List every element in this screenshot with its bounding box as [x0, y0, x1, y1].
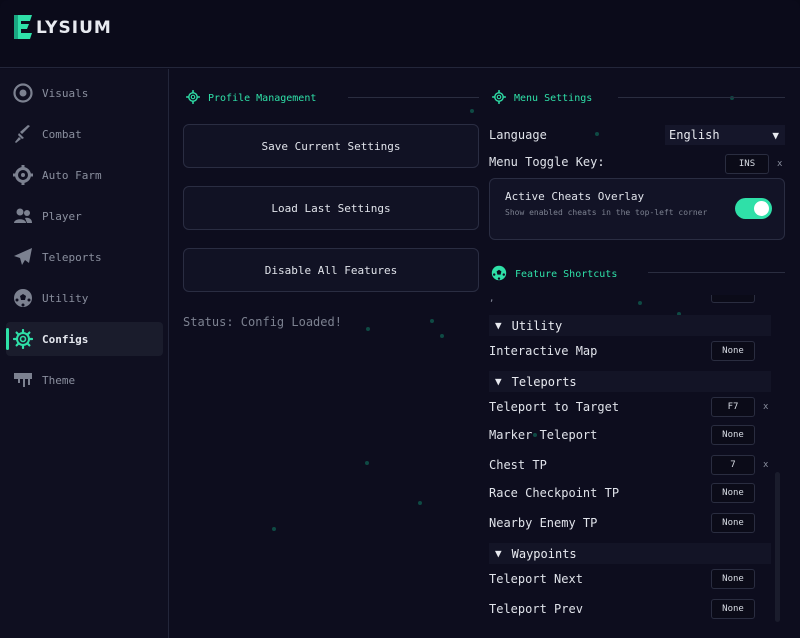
- sidebar-item-label: Configs: [42, 332, 89, 346]
- shortcut-label: Teleport Prev: [489, 602, 583, 616]
- group-header-waypoints[interactable]: ▼ Waypoints: [489, 543, 771, 564]
- particle: [430, 319, 434, 323]
- load-settings-button[interactable]: Load Last Settings: [183, 186, 479, 230]
- collapse-triangle-icon: ▼: [495, 547, 502, 560]
- group-name: Waypoints: [511, 546, 577, 561]
- gear-icon: [185, 89, 201, 107]
- shortcut-label: Race Checkpoint TP: [489, 486, 620, 500]
- clear-key-button[interactable]: x: [763, 460, 768, 470]
- divider: [618, 97, 785, 98]
- toggle-key-button[interactable]: INS: [725, 154, 769, 174]
- clear-key-button[interactable]: x: [777, 159, 782, 169]
- particle: [440, 334, 444, 338]
- disable-all-button[interactable]: Disable All Features: [183, 248, 479, 292]
- gear-icon: [491, 89, 507, 107]
- sidebar-item-auto-farm[interactable]: Auto Farm: [6, 158, 163, 192]
- profile-management-title: Profile Management: [185, 89, 317, 107]
- soccer-ball-icon: [491, 265, 507, 284]
- particle: [272, 527, 276, 531]
- sidebar-item-label: Utility: [42, 291, 89, 305]
- shortcut-label: Teleport to Target: [489, 400, 620, 414]
- save-settings-button[interactable]: Save Current Settings: [183, 124, 479, 168]
- shortcut-key-button[interactable]: None: [711, 513, 755, 533]
- app-window: LYSIUM Visuals Combat Auto Farm Player T…: [0, 0, 800, 638]
- group-name: Utility: [511, 318, 563, 333]
- shortcut-key-button[interactable]: 7: [711, 455, 755, 475]
- language-label: Language: [489, 128, 547, 142]
- shortcut-key-button[interactable]: None: [711, 425, 755, 445]
- logo: LYSIUM: [12, 14, 112, 40]
- overlay-title: Active Cheats Overlay: [505, 190, 645, 203]
- sidebar-item-combat[interactable]: Combat: [6, 117, 163, 151]
- shortcut-label: Interactive Map: [489, 344, 598, 358]
- sword-icon: [13, 124, 33, 144]
- particle: [365, 461, 369, 465]
- group-name: Teleports: [511, 374, 577, 389]
- header: LYSIUM: [0, 0, 800, 68]
- menu-settings-title: Menu Settings: [491, 89, 593, 107]
- particle: [595, 132, 599, 136]
- settings-icon: [13, 329, 33, 349]
- logo-mark: [12, 14, 34, 40]
- shortcut-key-button[interactable]: None: [711, 341, 755, 361]
- paint-drip-icon: [13, 370, 33, 390]
- paper-plane-icon: [13, 247, 33, 267]
- particle: [470, 109, 474, 113]
- soccer-ball-icon: [13, 288, 33, 308]
- sidebar-item-theme[interactable]: Theme: [6, 363, 163, 397]
- shortcut-label: Teleport Next: [489, 572, 583, 586]
- clear-key-button[interactable]: x: [763, 402, 768, 412]
- feature-shortcuts-title: Feature Shortcuts: [491, 265, 617, 284]
- shortcut-label: Nearby Enemy TP: [489, 516, 598, 530]
- section-title-text: Feature Shortcuts: [515, 269, 618, 280]
- collapse-triangle-icon: ▼: [495, 319, 502, 332]
- divider: [648, 272, 785, 273]
- dropdown-arrow-icon: ▼: [772, 128, 779, 142]
- sidebar-item-teleports[interactable]: Teleports: [6, 240, 163, 274]
- sidebar-item-player[interactable]: Player: [6, 199, 163, 233]
- sidebar-item-label: Theme: [42, 373, 76, 387]
- sidebar-item-visuals[interactable]: Visuals: [6, 76, 163, 110]
- partial-key-button: [711, 295, 755, 303]
- users-icon: [13, 206, 33, 226]
- overlay-toggle[interactable]: [735, 198, 772, 219]
- toggle-knob: [754, 201, 769, 216]
- sidebar-item-label: Combat: [42, 127, 82, 141]
- status-text: Status: Config Loaded!: [183, 315, 342, 329]
- section-title-text: Profile Management: [208, 93, 317, 104]
- group-header-utility[interactable]: ▼ Utility: [489, 315, 771, 336]
- language-value: English: [669, 128, 720, 142]
- shortcut-key-button[interactable]: None: [711, 569, 755, 589]
- group-header-teleports[interactable]: ▼ Teleports: [489, 371, 771, 392]
- sidebar-item-utility[interactable]: Utility: [6, 281, 163, 315]
- divider: [348, 97, 479, 98]
- overlay-setting-card: Active Cheats Overlay Show enabled cheat…: [489, 178, 785, 240]
- shortcuts-scrollbar[interactable]: [775, 472, 780, 622]
- sidebar-item-label: Visuals: [42, 86, 89, 100]
- toggle-key-label: Menu Toggle Key:: [489, 155, 605, 169]
- shortcut-label: Marker Teleport: [489, 428, 598, 442]
- particle: [418, 501, 422, 505]
- logo-text: LYSIUM: [36, 18, 112, 38]
- language-select[interactable]: English ▼: [665, 125, 785, 145]
- main-content: Profile Management Save Current Settings…: [170, 69, 800, 638]
- shortcut-key-button[interactable]: None: [711, 483, 755, 503]
- overlay-description: Show enabled cheats in the top-left corn…: [505, 208, 708, 217]
- shortcut-key-button[interactable]: F7: [711, 397, 755, 417]
- sidebar-item-label: Teleports: [42, 250, 102, 264]
- sidebar-item-label: Player: [42, 209, 82, 223]
- section-title-text: Menu Settings: [514, 93, 593, 104]
- particle: [638, 301, 642, 305]
- shortcut-key-button[interactable]: None: [711, 599, 755, 619]
- sidebar-item-label: Auto Farm: [42, 168, 102, 182]
- partial-row-label: ,: [489, 294, 495, 304]
- eye-icon: [13, 83, 33, 103]
- sidebar-item-configs[interactable]: Configs: [6, 322, 163, 356]
- sidebar: Visuals Combat Auto Farm Player Teleport…: [0, 69, 169, 638]
- shortcut-label: Chest TP: [489, 458, 547, 472]
- particle: [366, 327, 370, 331]
- collapse-triangle-icon: ▼: [495, 375, 502, 388]
- gear-icon: [13, 165, 33, 185]
